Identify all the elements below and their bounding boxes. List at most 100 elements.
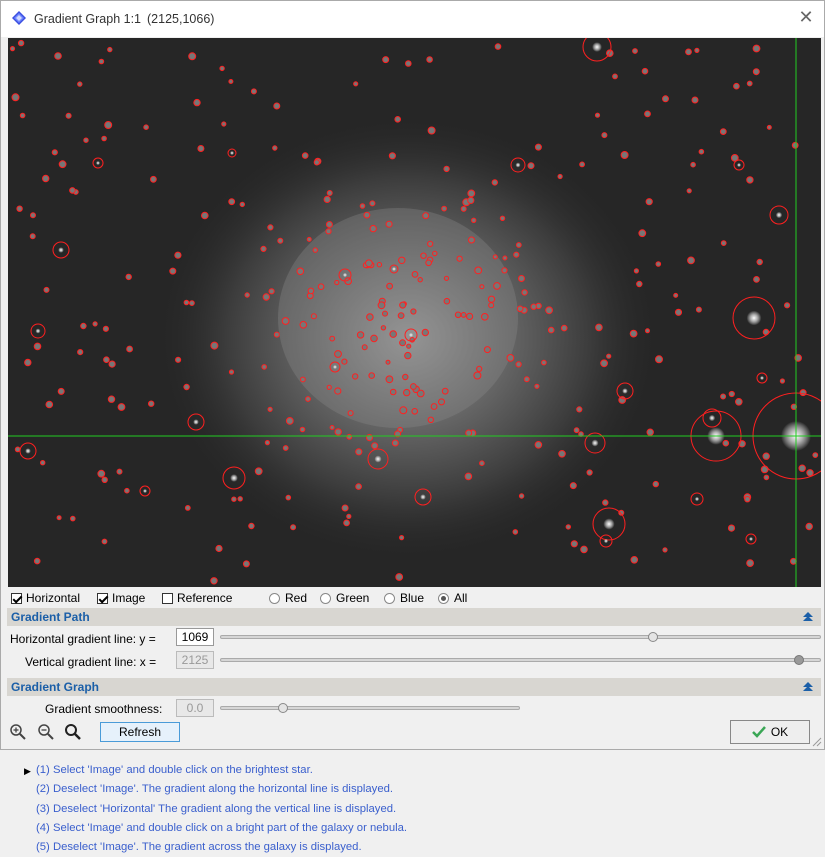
star-marker — [521, 289, 528, 296]
star-marker — [406, 343, 412, 349]
gradient-path-section-header[interactable]: Gradient Path — [7, 608, 821, 626]
vertical-line-label: Vertical gradient line: x = — [25, 655, 157, 669]
bright-star — [694, 496, 700, 502]
close-icon[interactable]: ✕ — [798, 8, 814, 26]
star-marker — [560, 324, 568, 332]
horizontal-line-slider-handle[interactable] — [648, 632, 658, 642]
star-marker — [488, 302, 495, 309]
star-marker — [541, 359, 547, 366]
horizontal-line-slider-track[interactable] — [220, 635, 821, 639]
smoothness-slider-handle[interactable] — [278, 703, 288, 713]
image-preview[interactable] — [8, 38, 821, 587]
star-marker — [456, 255, 463, 262]
star-marker — [184, 505, 191, 511]
bright-star — [746, 310, 762, 326]
channel-radio-red-circle[interactable] — [269, 592, 280, 604]
star-marker — [394, 116, 402, 123]
vertical-line-x-input[interactable]: 2125 — [176, 651, 214, 669]
star-marker — [491, 179, 498, 186]
star-marker — [403, 388, 411, 397]
bright-star — [515, 162, 521, 168]
channel-radio-blue-circle[interactable] — [384, 592, 395, 604]
resize-grip-icon[interactable] — [812, 737, 822, 747]
star-marker — [460, 312, 467, 318]
channel-radio-green[interactable]: Green — [320, 591, 369, 605]
bright-star — [333, 365, 337, 369]
star-marker — [443, 275, 450, 281]
smoothness-slider-track[interactable] — [220, 706, 520, 710]
star-marker — [150, 175, 157, 183]
reference-checkbox-box[interactable] — [162, 592, 173, 604]
star-marker — [752, 68, 760, 76]
reference-checkbox[interactable]: Reference — [162, 591, 232, 605]
star-marker — [506, 354, 515, 362]
star-marker — [148, 400, 155, 407]
star-marker — [334, 387, 342, 395]
star-marker — [674, 308, 683, 316]
star-marker — [686, 188, 692, 194]
horizontal-checkbox-box[interactable] — [11, 592, 22, 604]
star-marker — [530, 303, 537, 310]
star-marker — [300, 376, 306, 383]
star-marker — [479, 460, 485, 467]
gradient-graph-section-header[interactable]: Gradient Graph — [7, 678, 821, 696]
refresh-button[interactable]: Refresh — [100, 722, 180, 742]
star-marker — [464, 472, 473, 481]
zoom-in-icon[interactable] — [9, 723, 27, 741]
vertical-line-slider-handle[interactable] — [794, 655, 804, 665]
star-marker — [102, 325, 110, 332]
star-marker — [518, 493, 525, 499]
star-marker — [143, 124, 149, 130]
star-marker — [646, 428, 654, 436]
star-marker — [421, 328, 429, 337]
star-marker — [254, 467, 263, 476]
star-marker — [579, 161, 585, 168]
bright-star — [592, 42, 602, 52]
collapse-icon[interactable] — [803, 682, 813, 692]
star-marker — [77, 349, 84, 356]
star-field-image[interactable] — [8, 38, 821, 587]
smoothness-label: Gradient smoothness: — [45, 702, 163, 716]
star-marker — [193, 98, 201, 107]
channel-radio-blue[interactable]: Blue — [384, 591, 424, 605]
channel-radio-green-circle[interactable] — [320, 592, 331, 604]
bright-star — [392, 267, 396, 271]
star-marker — [557, 173, 563, 180]
star-marker — [107, 46, 113, 53]
star-marker — [244, 292, 250, 298]
star-marker — [395, 573, 404, 581]
image-checkbox[interactable]: Image — [97, 591, 145, 605]
star-marker — [427, 416, 434, 423]
channel-radio-all-circle[interactable] — [438, 592, 449, 604]
star-marker — [752, 44, 761, 53]
star-marker — [630, 556, 639, 564]
star-marker — [201, 211, 209, 220]
star-marker — [427, 240, 434, 247]
star-marker — [438, 398, 445, 406]
horizontal-checkbox[interactable]: Horizontal — [11, 591, 80, 605]
star-marker — [467, 196, 475, 204]
vertical-line-slider-track[interactable] — [220, 658, 821, 662]
star-marker — [441, 205, 448, 212]
reference-checkbox-label: Reference — [177, 591, 233, 605]
smoothness-input[interactable]: 0.0 — [176, 699, 214, 717]
star-marker — [307, 287, 315, 295]
star-marker — [595, 323, 603, 332]
collapse-icon[interactable] — [803, 612, 813, 622]
image-checkbox-box[interactable] — [97, 592, 108, 604]
star-marker — [242, 560, 250, 568]
star-marker — [33, 557, 41, 565]
channel-radio-red[interactable]: Red — [269, 591, 307, 605]
star-marker — [334, 279, 340, 286]
zoom-fit-icon[interactable] — [64, 723, 82, 741]
horizontal-line-y-input[interactable]: 1069 — [176, 628, 214, 646]
star-marker — [19, 112, 26, 119]
star-marker — [306, 236, 312, 242]
star-marker — [355, 483, 362, 490]
zoom-out-icon[interactable] — [37, 723, 55, 741]
ok-button[interactable]: OK — [730, 720, 810, 744]
star-marker — [290, 524, 297, 531]
star-marker — [317, 283, 325, 290]
channel-radio-all[interactable]: All — [438, 591, 467, 605]
instruction-step-1: (1) Select 'Image' and double click on t… — [36, 764, 313, 776]
